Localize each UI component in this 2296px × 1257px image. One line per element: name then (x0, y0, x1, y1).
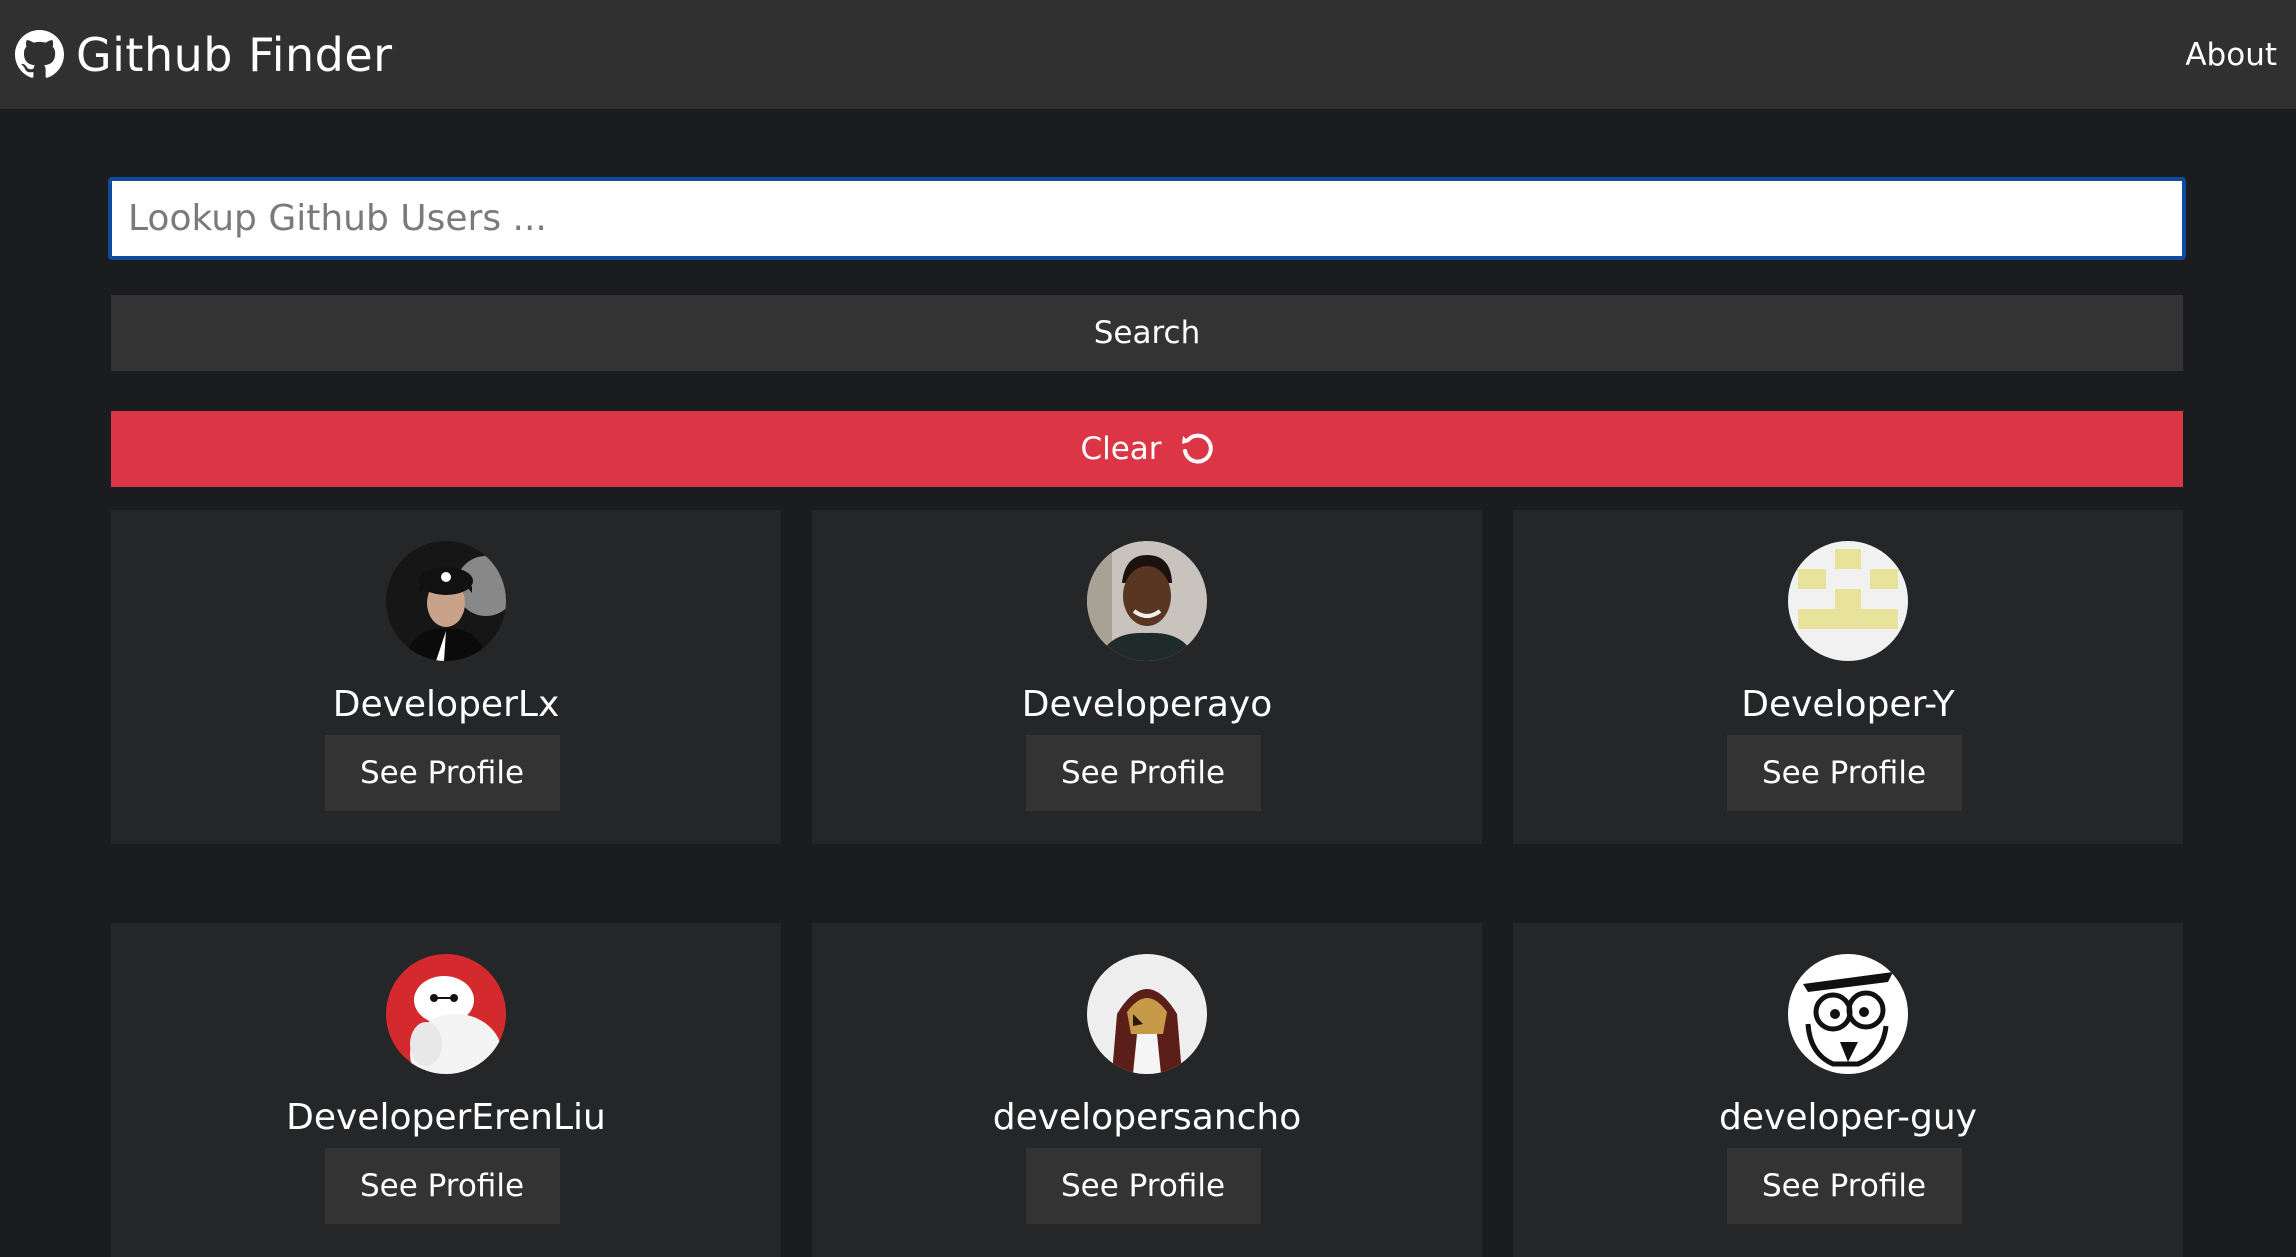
avatar (386, 541, 506, 661)
username: developersancho (992, 1097, 1302, 1138)
about-link[interactable]: About (2185, 37, 2277, 73)
user-card: DeveloperErenLiu See Profile (111, 923, 781, 1257)
search-button-label: Search (1093, 315, 1201, 351)
avatar (1087, 954, 1207, 1074)
search-button[interactable]: Search (111, 295, 2183, 371)
brand[interactable]: Github Finder (15, 28, 393, 82)
avatar (386, 954, 506, 1074)
see-profile-button[interactable]: See Profile (1025, 1148, 1261, 1224)
see-profile-button[interactable]: See Profile (1025, 735, 1261, 811)
user-card: developer-guy See Profile (1513, 923, 2183, 1257)
github-icon (15, 30, 64, 79)
avatar (1788, 541, 1908, 661)
see-profile-button[interactable]: See Profile (1726, 735, 1962, 811)
clear-button-label: Clear (1080, 431, 1162, 467)
avatar (1087, 541, 1207, 661)
username: Developerayo (1021, 684, 1273, 725)
user-card: Developer-Y See Profile (1513, 510, 2183, 844)
user-card: DeveloperLx See Profile (111, 510, 781, 844)
clear-button[interactable]: Clear (111, 411, 2183, 487)
see-profile-button[interactable]: See Profile (1726, 1148, 1962, 1224)
username: DeveloperErenLiu (286, 1097, 606, 1138)
user-card: developersancho See Profile (812, 923, 1482, 1257)
search-input[interactable] (108, 177, 2186, 260)
username: developer-guy (1719, 1097, 1977, 1138)
username: DeveloperLx (332, 684, 560, 725)
see-profile-button[interactable]: See Profile (324, 1148, 560, 1224)
see-profile-button[interactable]: See Profile (324, 735, 560, 811)
navbar: Github Finder About (0, 0, 2296, 109)
avatar (1788, 954, 1908, 1074)
app-title: Github Finder (76, 27, 393, 82)
undo-icon (1162, 432, 1214, 466)
username: Developer-Y (1741, 684, 1955, 725)
user-card: Developerayo See Profile (812, 510, 1482, 844)
